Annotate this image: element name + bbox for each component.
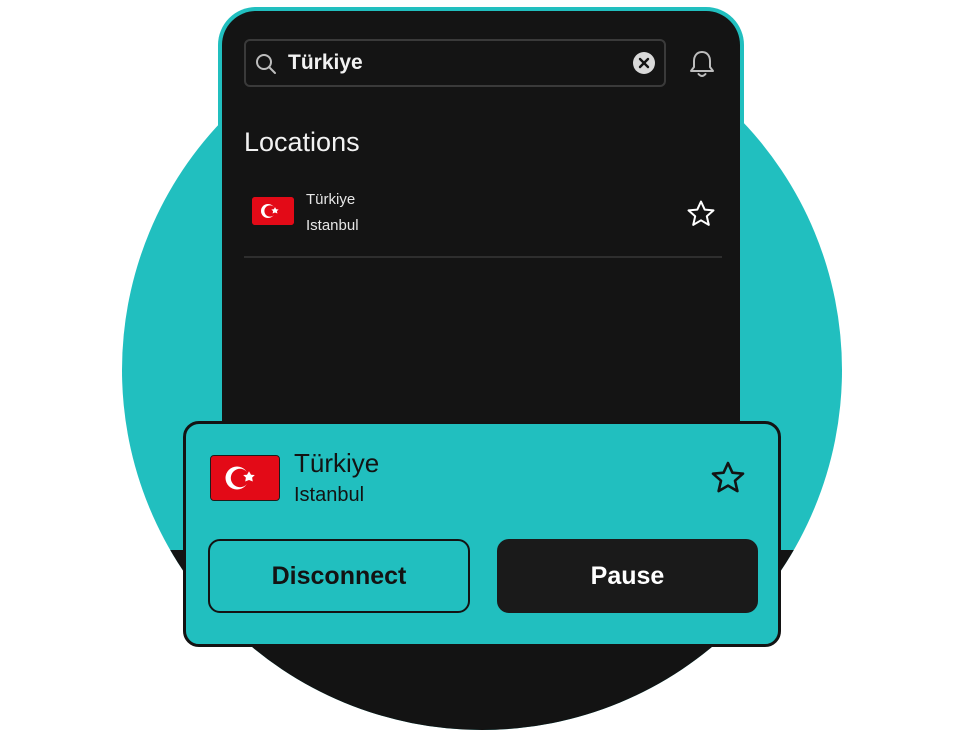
pause-button[interactable]: Pause [497,539,758,613]
location-row[interactable]: Türkiye Istanbul [244,183,722,253]
connected-country: Türkiye [294,448,380,478]
divider [244,256,722,258]
favorite-star-icon[interactable] [686,199,716,229]
turkiye-flag-icon [252,197,294,225]
app-panel: Locations Türkiye Istanbul [218,7,744,467]
connection-card: Türkiye Istanbul Disconnect Pause [183,421,781,647]
search-input[interactable] [288,47,618,79]
bell-icon[interactable] [688,49,716,79]
location-city: Istanbul [306,217,359,234]
clear-icon[interactable] [632,51,656,75]
stage: Locations Türkiye Istanbul [0,0,964,736]
favorite-star-icon[interactable] [710,460,746,496]
turkiye-flag-icon [210,455,280,501]
connected-city: Istanbul [294,484,365,506]
search-icon [256,54,276,74]
disconnect-button[interactable]: Disconnect [208,539,470,613]
search-bar[interactable] [244,39,666,87]
locations-title: Locations [244,127,360,157]
location-country: Türkiye [306,191,356,208]
